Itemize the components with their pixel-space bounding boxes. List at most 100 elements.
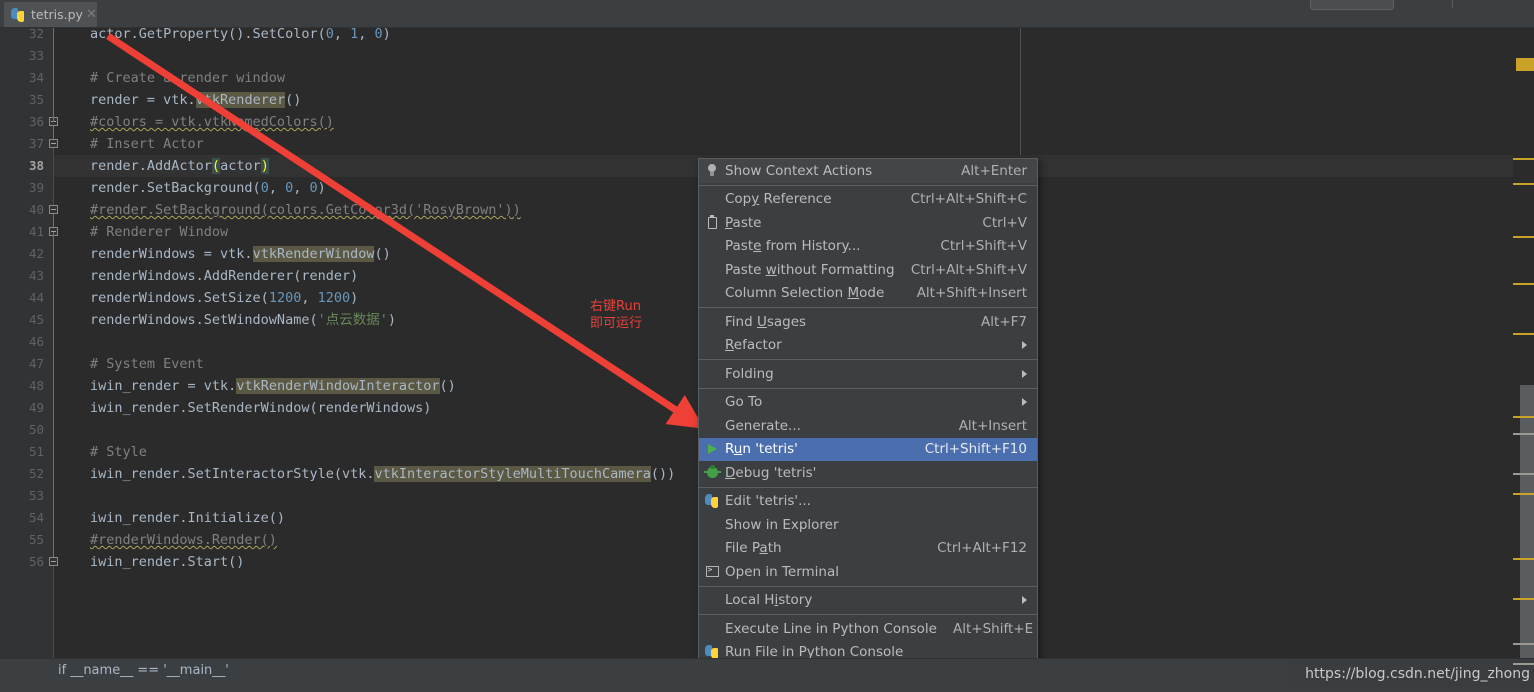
code-line[interactable]: render.SetBackground(0, 0, 0) <box>90 177 326 199</box>
line-number[interactable]: 43 <box>0 265 53 287</box>
code-line[interactable]: iwin_render.SetRenderWindow(renderWindow… <box>90 397 431 419</box>
line-number[interactable]: 41 <box>0 221 53 243</box>
code-line[interactable]: iwin_render.Start() <box>90 551 244 573</box>
code-fold-toggle-icon[interactable] <box>49 557 58 566</box>
code-line[interactable]: iwin_render.SetInteractorStyle(vtk.vtkIn… <box>90 463 675 485</box>
menu-item-debug-tetris[interactable]: Debug 'tetris' <box>699 461 1037 485</box>
terminal-icon <box>699 564 725 580</box>
code-line[interactable]: #colors = vtk.vtkNamedColors() <box>90 111 334 133</box>
code-marker-info[interactable] <box>1513 643 1534 645</box>
line-number[interactable]: 52 <box>0 463 53 485</box>
line-number[interactable]: 35 <box>0 89 53 111</box>
menu-item-column-selection-mode[interactable]: Column Selection Mode Alt+Shift+Insert <box>699 282 1037 306</box>
code-fold-toggle-icon[interactable] <box>49 205 58 214</box>
line-number[interactable]: 36 <box>0 111 53 133</box>
menu-item-label: Generate... <box>725 417 801 434</box>
code-marker-warning[interactable] <box>1513 493 1534 495</box>
no-icon <box>699 337 725 353</box>
line-number[interactable]: 53 <box>0 485 53 507</box>
line-number-gutter[interactable]: 32 33 34 35 36 37 38 39 40 41 42 43 44 45 46 47 48 49 50 51… <box>0 26 53 658</box>
line-number[interactable]: 46 <box>0 331 53 353</box>
menu-item-go-to[interactable]: Go To <box>699 391 1037 415</box>
code-marker-warning[interactable] <box>1513 283 1534 285</box>
code-line[interactable]: iwin_render.Initialize() <box>90 507 285 529</box>
code-line[interactable]: #renderWindows.Render() <box>90 529 277 551</box>
toolbar-partial-control[interactable] <box>1310 0 1394 10</box>
menu-separator <box>699 585 1037 587</box>
menu-item-run-tetris[interactable]: Run 'tetris' Ctrl+Shift+F10 <box>699 437 1037 461</box>
code-line[interactable]: # Renderer Window <box>90 221 228 243</box>
line-number[interactable]: 55 <box>0 529 53 551</box>
line-number[interactable]: 42 <box>0 243 53 265</box>
line-number[interactable]: 32 <box>0 23 53 45</box>
code-line[interactable]: iwin_render = vtk.vtkRenderWindowInterac… <box>90 375 456 397</box>
line-number[interactable]: 56 <box>0 551 53 573</box>
code-line[interactable]: renderWindows = vtk.vtkRenderWindow() <box>90 243 391 265</box>
close-icon[interactable]: ✕ <box>86 8 97 21</box>
code-marker-warning[interactable] <box>1513 558 1534 560</box>
menu-item-edit-tetris[interactable]: Edit 'tetris'... <box>699 490 1037 514</box>
code-marker-info[interactable] <box>1513 663 1534 665</box>
code-line[interactable]: #render.SetBackground(colors.GetColor3d(… <box>90 199 521 221</box>
code-line[interactable]: renderWindows.SetWindowName('点云数据') <box>90 309 396 331</box>
code-line[interactable]: renderWindows.AddRenderer(render) <box>90 265 358 287</box>
menu-separator <box>699 387 1037 389</box>
line-number[interactable]: 37 <box>0 133 53 155</box>
code-marker-info[interactable] <box>1513 473 1534 475</box>
menu-item-folding[interactable]: Folding <box>699 362 1037 386</box>
menu-item-find-usages[interactable]: Find Usages Alt+F7 <box>699 310 1037 334</box>
line-number[interactable]: 45 <box>0 309 53 331</box>
line-number[interactable]: 47 <box>0 353 53 375</box>
breadcrumb[interactable]: if __name__ == '__main__' <box>58 663 229 678</box>
code-marker-warning[interactable] <box>1516 58 1534 71</box>
vertical-scrollbar-thumb[interactable] <box>1520 385 1534 658</box>
code-marker-info[interactable] <box>1513 433 1534 435</box>
submenu-arrow-icon <box>1022 596 1027 605</box>
code-marker-warning[interactable] <box>1513 158 1534 160</box>
line-number[interactable]: 51 <box>0 441 53 463</box>
menu-item-local-history[interactable]: Local History <box>699 589 1037 613</box>
line-number[interactable]: 48 <box>0 375 53 397</box>
menu-item-execute-line-in-python-console[interactable]: Execute Line in Python Console Alt+Shift+… <box>699 617 1037 641</box>
run-play-icon <box>699 441 725 457</box>
code-marker-warning[interactable] <box>1513 598 1534 600</box>
menu-item-refactor[interactable]: Refactor <box>699 334 1037 358</box>
line-number[interactable]: 54 <box>0 507 53 529</box>
line-number[interactable]: 38 <box>0 155 53 177</box>
code-marker-warning[interactable] <box>1513 333 1534 335</box>
line-number[interactable]: 39 <box>0 177 53 199</box>
menu-item-show-in-explorer[interactable]: Show in Explorer <box>699 513 1037 537</box>
editor-context-menu[interactable]: Show Context Actions Alt+Enter Copy Refere… <box>698 158 1038 692</box>
line-number[interactable]: 34 <box>0 67 53 89</box>
code-line[interactable]: render.AddActor(actor) <box>90 155 269 177</box>
no-icon <box>699 394 725 410</box>
code-line[interactable]: # Insert Actor <box>90 133 204 155</box>
code-marker-warning[interactable] <box>1513 416 1534 418</box>
menu-item-generate[interactable]: Generate... Alt+Insert <box>699 414 1037 438</box>
code-line[interactable]: # Create a render window <box>90 67 285 89</box>
line-number[interactable]: 40 <box>0 199 53 221</box>
code-line[interactable]: render = vtk.vtkRenderer() <box>90 89 301 111</box>
no-icon <box>699 621 725 637</box>
menu-item-label: Show in Explorer <box>725 516 839 533</box>
menu-item-show-context-actions[interactable]: Show Context Actions Alt+Enter <box>699 159 1037 183</box>
menu-item-paste[interactable]: Paste Ctrl+V <box>699 211 1037 235</box>
menu-item-open-in-terminal[interactable]: Open in Terminal <box>699 560 1037 584</box>
line-number[interactable]: 49 <box>0 397 53 419</box>
code-marker-warning[interactable] <box>1513 183 1534 185</box>
menu-item-file-path[interactable]: File Path Ctrl+Alt+F12 <box>699 537 1037 561</box>
menu-item-copy-reference[interactable]: Copy Reference Ctrl+Alt+Shift+C <box>699 188 1037 212</box>
line-number[interactable]: 44 <box>0 287 53 309</box>
line-number[interactable]: 33 <box>0 45 53 67</box>
code-marker-warning[interactable] <box>1513 236 1534 238</box>
line-number[interactable]: 50 <box>0 419 53 441</box>
no-icon <box>699 191 725 207</box>
code-line[interactable]: renderWindows.SetSize(1200, 1200) <box>90 287 358 309</box>
code-line[interactable]: # System Event <box>90 353 204 375</box>
code-fold-toggle-icon[interactable] <box>49 139 58 148</box>
menu-item-paste-from-history[interactable]: Paste from History... Ctrl+Shift+V <box>699 235 1037 259</box>
code-line[interactable]: actor.GetProperty().SetColor(0, 1, 0) <box>90 28 391 45</box>
no-icon <box>699 285 725 301</box>
menu-item-paste-without-formatting[interactable]: Paste without Formatting Ctrl+Alt+Shift+V <box>699 258 1037 282</box>
code-line[interactable]: # Style <box>90 441 147 463</box>
